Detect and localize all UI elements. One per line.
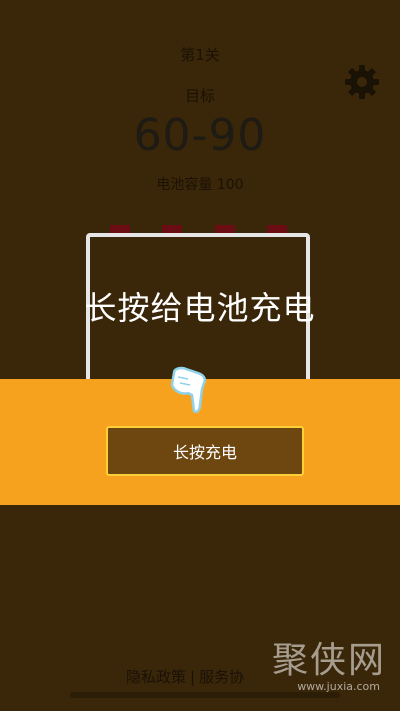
privacy-policy-link[interactable]: 隐私政策	[126, 668, 186, 686]
target-range: 60-90	[133, 110, 267, 161]
site-watermark: 聚侠网 www.juxia.com	[272, 631, 386, 693]
charge-instruction: 长按给电池充电	[84, 289, 316, 327]
footer-separator: |	[190, 668, 196, 686]
battery-capacity: 电池容量 100	[156, 177, 244, 193]
pointing-hand-icon	[170, 366, 206, 413]
footer-links: 隐私政策 | 服务协	[126, 666, 244, 687]
watermark-logo-text: 聚侠网	[271, 640, 386, 681]
watermark-url: www.juxia.com	[297, 680, 380, 693]
level-title: 第1关	[180, 46, 220, 64]
service-agreement-link[interactable]: 服务协	[199, 668, 244, 686]
long-press-charge-button[interactable]: 长按充电	[106, 426, 304, 476]
game-screen: 第1关 目标 60-90 电池容量 100 长按给电池充电 长按充电 隐私政策 |…	[0, 0, 400, 711]
target-label: 目标	[184, 87, 215, 105]
